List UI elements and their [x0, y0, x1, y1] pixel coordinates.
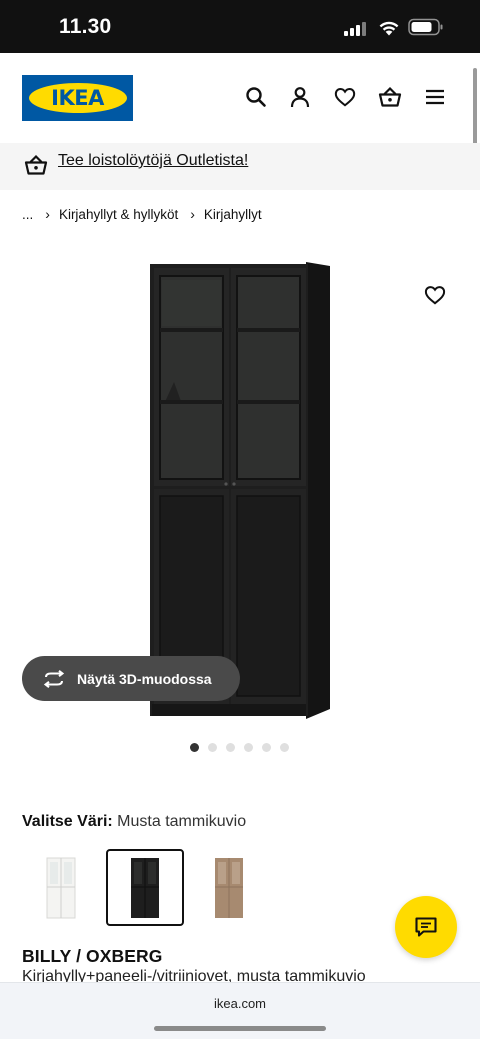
rotate-3d-icon	[43, 669, 65, 688]
account-icon[interactable]	[287, 84, 313, 110]
product-name: BILLY / OXBERG	[22, 946, 163, 966]
breadcrumb: ... › Kirjahyllyt & hyllyköt › Kirjahyll…	[22, 203, 262, 225]
swatch-black[interactable]	[106, 849, 184, 926]
signal-icon	[344, 22, 370, 36]
heart-icon[interactable]	[332, 84, 358, 110]
color-select-line: Valitse Väri: Musta tammikuvio	[22, 813, 246, 831]
swatch-oak[interactable]	[190, 849, 268, 926]
view-3d-button[interactable]: Näytä 3D-muodossa	[22, 656, 240, 701]
oak-bookcase-thumbnail	[215, 857, 243, 918]
chevron-right-icon: ›	[45, 206, 50, 222]
gallery-pagination	[190, 743, 289, 752]
basket-icon	[24, 154, 48, 175]
add-to-favourites-button[interactable]	[422, 282, 448, 308]
gallery-dot[interactable]	[190, 743, 199, 752]
wifi-icon	[379, 21, 399, 36]
product-image[interactable]	[140, 254, 340, 724]
home-indicator	[154, 1026, 326, 1031]
breadcrumb-item-shelves[interactable]: Kirjahyllyt & hyllyköt	[59, 207, 178, 222]
promo-banner: Tee loistolöytöjä Outletista!	[0, 143, 480, 190]
chevron-right-icon: ›	[190, 206, 195, 222]
menu-icon[interactable]	[422, 84, 448, 110]
battery-icon	[408, 18, 443, 36]
search-icon[interactable]	[243, 84, 269, 110]
chat-button[interactable]	[395, 896, 457, 958]
black-bookcase-thumbnail	[131, 857, 159, 918]
color-select-label: Valitse Väri:	[22, 813, 113, 830]
ikea-logo[interactable]: IKEA	[22, 75, 133, 121]
color-select-value: Musta tammikuvio	[117, 813, 247, 830]
breadcrumb-item-more[interactable]: ...	[22, 207, 33, 222]
gallery-dot[interactable]	[226, 743, 235, 752]
heart-icon	[424, 286, 446, 305]
site-header: IKEA	[0, 53, 480, 143]
gallery-dot[interactable]	[208, 743, 217, 752]
logo-oval: IKEA	[28, 83, 127, 113]
logo-text: IKEA	[51, 86, 104, 110]
browser-url[interactable]: ikea.com	[0, 996, 480, 1011]
status-bar: 11.30	[0, 0, 480, 53]
white-bookcase-thumbnail	[46, 857, 76, 918]
chat-icon	[415, 917, 437, 937]
basket-icon[interactable]	[377, 84, 403, 110]
view-3d-label: Näytä 3D-muodossa	[77, 670, 212, 687]
outlet-promo-link[interactable]: Tee loistolöytöjä Outletista!	[58, 151, 248, 171]
status-time: 11.30	[59, 15, 112, 38]
gallery-dot[interactable]	[280, 743, 289, 752]
swatch-white[interactable]	[22, 849, 100, 926]
gallery-dot[interactable]	[262, 743, 271, 752]
browser-address-bar[interactable]: ikea.com	[0, 982, 480, 1039]
gallery-dot[interactable]	[244, 743, 253, 752]
breadcrumb-item-bookcases[interactable]: Kirjahyllyt	[204, 207, 262, 222]
